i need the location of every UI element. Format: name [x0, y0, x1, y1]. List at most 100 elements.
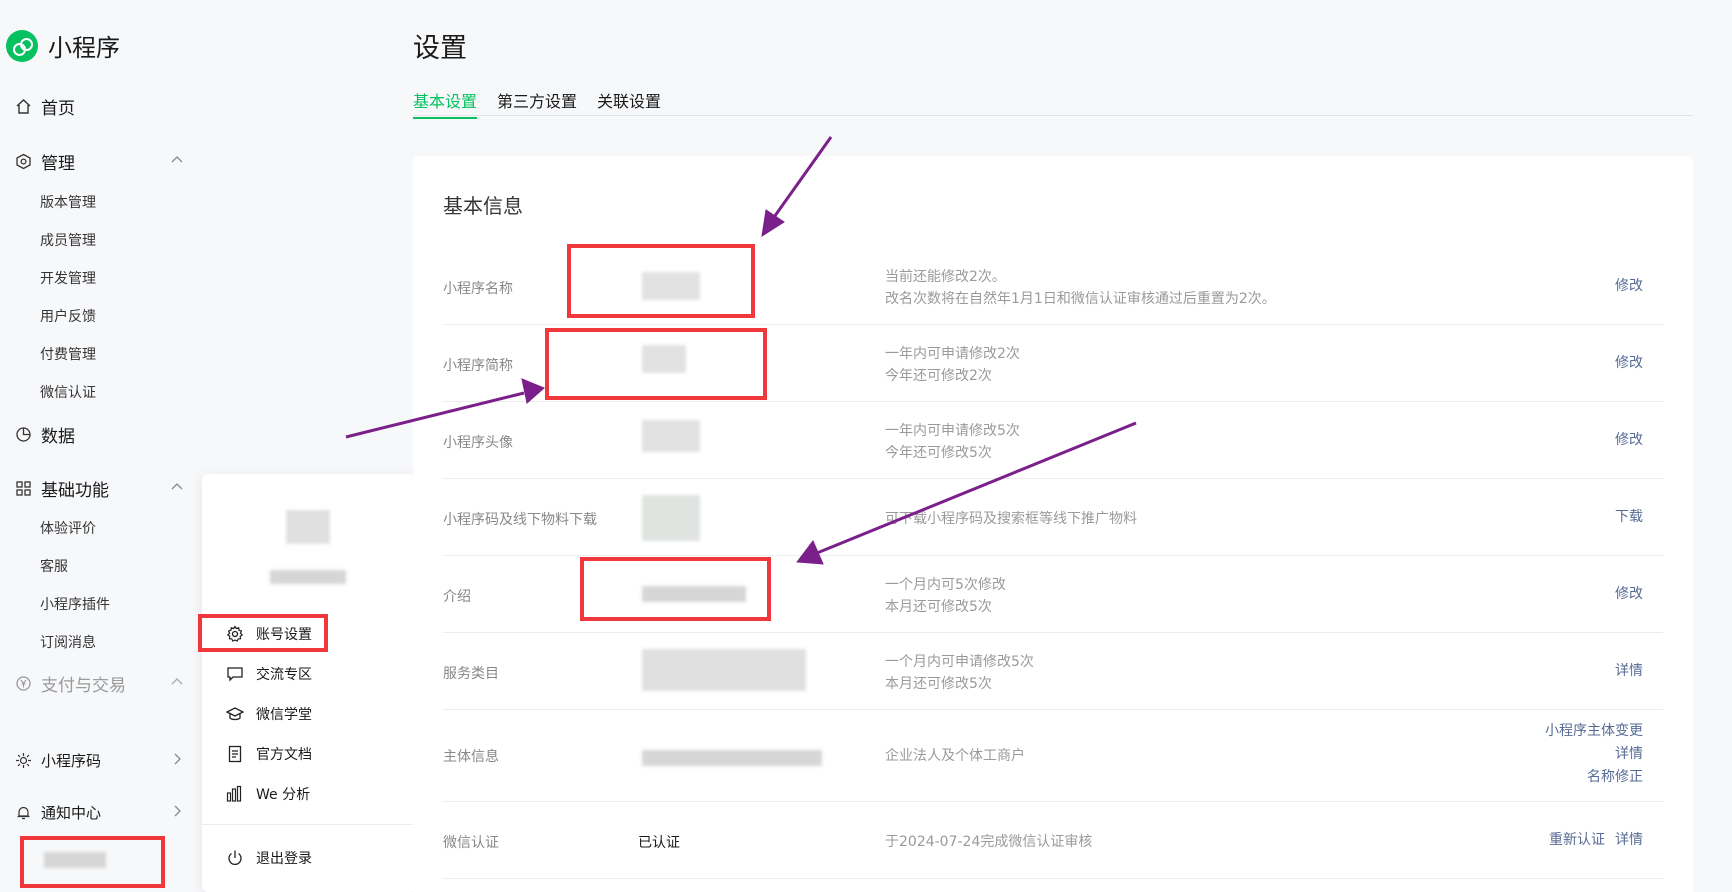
nav-qrcode-label: 小程序码 — [41, 752, 102, 770]
row-action-details[interactable]: 详情 — [1615, 660, 1643, 683]
tab-linked[interactable]: 关联设置 — [597, 88, 661, 112]
row-desc: 一个月内可申请修改5次 本月还可修改5次 — [885, 651, 1034, 695]
nav-notify[interactable]: 通知中心 — [14, 802, 184, 823]
popup-docs[interactable]: 官方文档 — [226, 744, 312, 764]
row-label: 小程序头像 — [443, 435, 513, 451]
tab-basic-settings[interactable]: 基本设置 — [413, 88, 477, 119]
row-desc: 当前还能修改2次。 改名次数将在自然年1月1日和微信认证审核通过后重置为2次。 — [885, 266, 1276, 310]
row-desc: 一个月内可5次修改 本月还可修改5次 — [885, 574, 1006, 618]
sidebar-item-plugin[interactable]: 小程序插件 — [40, 594, 110, 614]
row-desc-line: 本月还可修改5次 — [885, 599, 992, 615]
hexagon-settings-icon — [14, 153, 32, 171]
popup-community[interactable]: 交流专区 — [226, 664, 312, 684]
highlight-box-name — [567, 244, 755, 318]
blurred-user-name — [270, 570, 346, 584]
brand-name: 小程序 — [48, 34, 120, 62]
row-desc-line: 今年还可修改2次 — [885, 368, 992, 384]
sidebar-item-payment-manage[interactable]: 付费管理 — [40, 344, 96, 364]
row-desc-line: 改名次数将在自然年1月1日和微信认证审核通过后重置为2次。 — [885, 291, 1276, 307]
row-desc-line: 一个月内可申请修改5次 — [885, 654, 1034, 670]
sidebar-item-version[interactable]: 版本管理 — [40, 192, 96, 212]
mini-program-logo-icon — [6, 29, 38, 62]
brand[interactable]: 小程序 — [6, 28, 120, 63]
nav-basic[interactable]: 基础功能 — [14, 476, 184, 501]
settings-tabs: 基本设置 第三方设置 关联设置 — [413, 86, 1693, 119]
row-desc: 一年内可申请修改5次 今年还可修改5次 — [885, 420, 1020, 464]
row-action-download[interactable]: 下载 — [1615, 506, 1643, 529]
sidebar-item-service[interactable]: 客服 — [40, 556, 68, 576]
table-row: 微信认证 已认证 于2024-07-24完成微信认证审核 重新认证 详情 — [443, 802, 1663, 879]
table-row: 主体信息 企业法人及个体工商户 小程序主体变更 详情 名称修正 — [443, 710, 1663, 802]
row-label: 微信认证 — [443, 835, 499, 851]
popup-item-label: 退出登录 — [256, 851, 312, 867]
row-action-edit[interactable]: 修改 — [1615, 429, 1643, 452]
row-actions-cert: 重新认证 详情 — [1549, 829, 1643, 852]
sidebar-item-members[interactable]: 成员管理 — [40, 230, 96, 250]
sidebar-item-subscribe[interactable]: 订阅消息 — [40, 632, 96, 652]
account-switcher-highlight[interactable] — [20, 836, 165, 888]
popup-logout[interactable]: 退出登录 — [226, 848, 312, 868]
sidebar-item-wechat-cert[interactable]: 微信认证 — [40, 382, 96, 402]
sidebar-item-review[interactable]: 体验评价 — [40, 518, 96, 538]
row-action-edit[interactable]: 修改 — [1615, 583, 1643, 606]
active-tab-underline — [413, 117, 477, 119]
row-label: 小程序名称 — [443, 281, 513, 297]
chat-bubble-icon — [226, 665, 244, 683]
grid-icon — [14, 480, 32, 498]
table-row: 小程序码及线下物料下载 可下载小程序码及搜索框等线下推广物料 下载 — [443, 479, 1663, 556]
sidebar-item-feedback[interactable]: 用户反馈 — [40, 306, 96, 326]
nav-manage-label: 管理 — [41, 154, 75, 174]
row-desc: 企业法人及个体工商户 — [885, 745, 1025, 767]
gear-icon — [226, 625, 244, 643]
recertify-link[interactable]: 重新认证 — [1549, 829, 1605, 852]
entity-change-link[interactable]: 小程序主体变更 — [1545, 720, 1643, 743]
row-label: 小程序简称 — [443, 358, 513, 374]
home-icon — [14, 98, 32, 116]
popup-we-analysis[interactable]: We 分析 — [226, 784, 310, 804]
highlight-box-short-name — [545, 328, 767, 400]
nav-home[interactable]: 首页 — [14, 94, 184, 119]
chevron-right-icon — [170, 804, 184, 822]
nav-payment-label: 支付与交易 — [41, 676, 126, 696]
bell-icon — [14, 804, 32, 822]
row-desc-line: 本月还可修改5次 — [885, 676, 992, 692]
popup-item-label: 账号设置 — [256, 627, 312, 643]
graduation-cap-icon — [226, 705, 244, 723]
page-title: 设置 — [413, 33, 467, 64]
row-desc-line: 今年还可修改5次 — [885, 445, 992, 461]
popup-account-settings[interactable]: 账号设置 — [226, 624, 312, 644]
nav-qrcode[interactable]: 小程序码 — [14, 750, 184, 771]
table-row: 小程序头像 一年内可申请修改5次 今年还可修改5次 修改 — [443, 402, 1663, 479]
pie-chart-icon — [14, 426, 32, 444]
row-label: 主体信息 — [443, 749, 499, 765]
account-popup-menu: 账号设置 交流专区 微信学堂 官方文档 We 分析 退出登录 — [198, 474, 416, 892]
row-desc-line: 一个月内可5次修改 — [885, 577, 1006, 593]
nav-data-label: 数据 — [41, 427, 75, 447]
entity-details-link[interactable]: 详情 — [1545, 743, 1643, 766]
name-correction-link[interactable]: 名称修正 — [1545, 766, 1643, 789]
sidebar-item-dev[interactable]: 开发管理 — [40, 268, 96, 288]
nav-data[interactable]: 数据 — [14, 422, 184, 447]
card-title: 基本信息 — [443, 194, 523, 218]
row-desc-line: 企业法人及个体工商户 — [885, 748, 1025, 764]
chevron-up-icon — [170, 673, 184, 693]
tab-third-party[interactable]: 第三方设置 — [497, 88, 577, 112]
chevron-up-icon — [170, 151, 184, 171]
chevron-up-icon — [170, 478, 184, 498]
cert-details-link[interactable]: 详情 — [1615, 829, 1643, 852]
qrcode-sun-icon — [14, 752, 32, 770]
row-action-edit[interactable]: 修改 — [1615, 275, 1643, 298]
blurred-value — [642, 649, 806, 691]
yen-circle-icon — [14, 675, 32, 693]
row-actions-entity: 小程序主体变更 详情 名称修正 — [1545, 720, 1643, 789]
nav-payment[interactable]: 支付与交易 — [14, 671, 184, 696]
nav-manage[interactable]: 管理 — [14, 149, 184, 174]
popup-academy[interactable]: 微信学堂 — [226, 704, 312, 724]
row-desc: 一年内可申请修改2次 今年还可修改2次 — [885, 343, 1020, 387]
popup-item-label: 交流专区 — [256, 667, 312, 683]
popup-item-label: We 分析 — [256, 787, 311, 803]
chevron-right-icon — [170, 752, 184, 770]
row-action-edit[interactable]: 修改 — [1615, 352, 1643, 375]
bar-analysis-icon — [226, 785, 244, 803]
row-label: 小程序码及线下物料下载 — [443, 512, 597, 528]
